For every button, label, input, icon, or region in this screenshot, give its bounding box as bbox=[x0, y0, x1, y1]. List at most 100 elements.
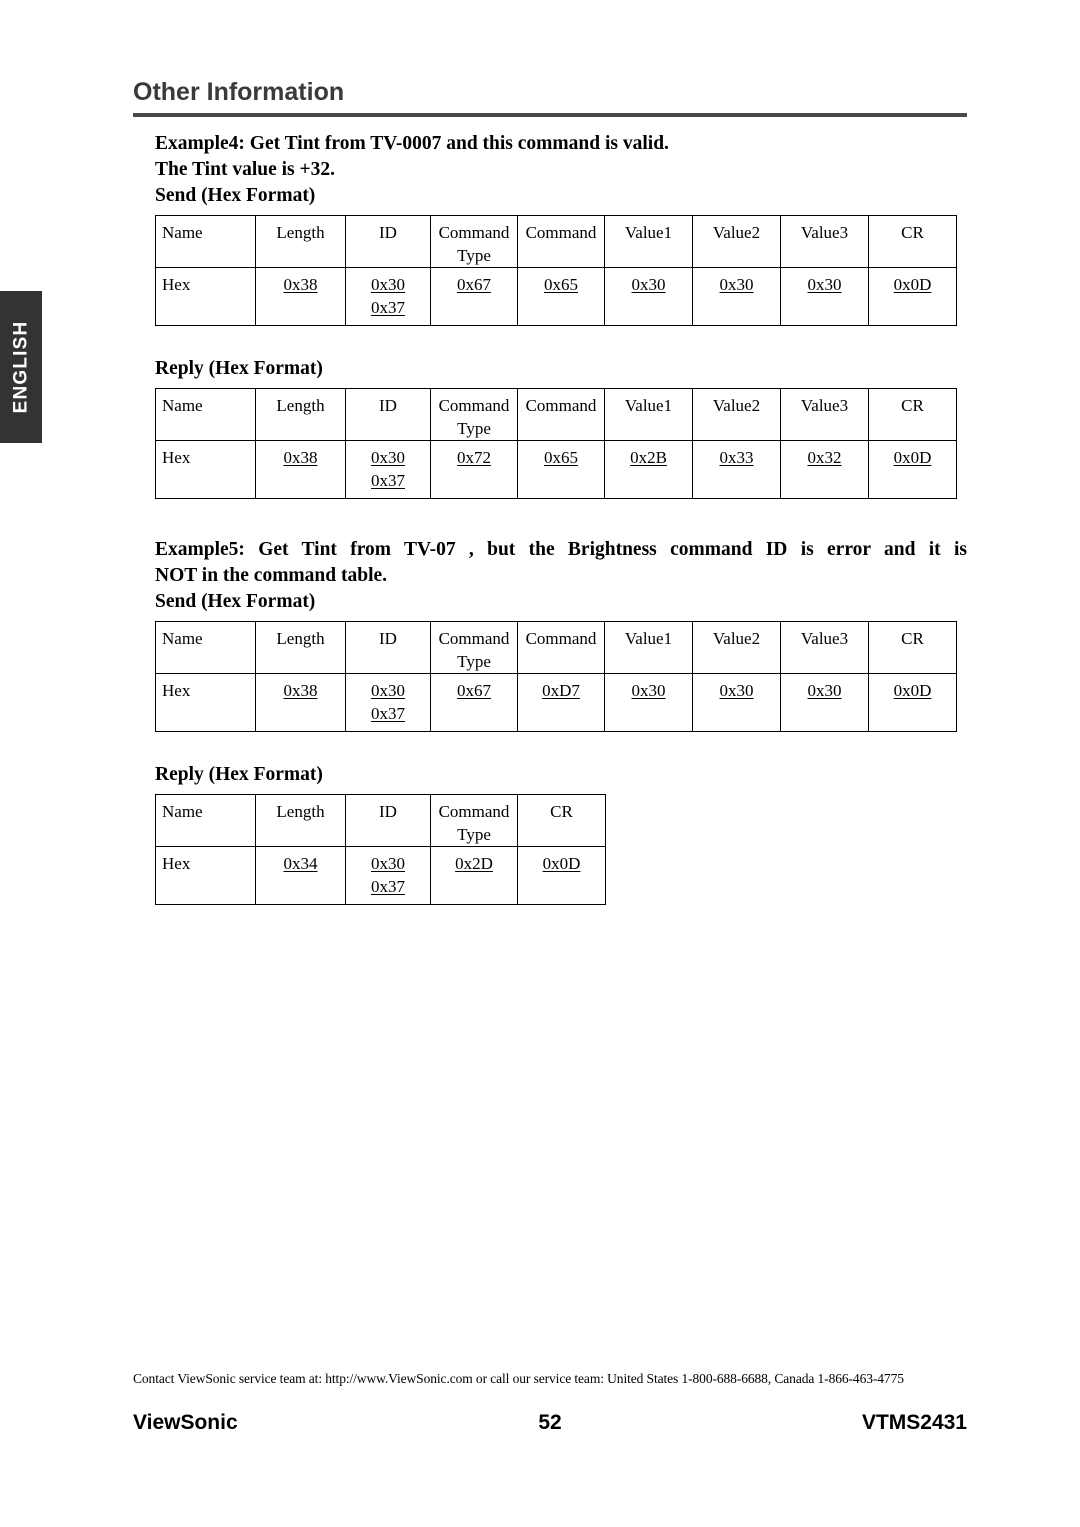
td-id: 0x30 0x37 bbox=[345, 267, 431, 326]
th-cr: CR bbox=[868, 388, 957, 441]
th-name: Name bbox=[155, 621, 256, 674]
th-cr: CR bbox=[517, 794, 606, 847]
td-command-type: 0x72 bbox=[430, 440, 518, 499]
th-id: ID bbox=[345, 794, 431, 847]
th-command: Command bbox=[517, 215, 605, 268]
td-row-label: Hex bbox=[155, 673, 256, 732]
td-value1: 0x30 bbox=[604, 267, 693, 326]
td-value1: 0x30 bbox=[604, 673, 693, 732]
td-cr: 0x0D bbox=[517, 846, 606, 905]
td-cr: 0x0D bbox=[868, 267, 957, 326]
th-value3: Value3 bbox=[780, 388, 869, 441]
th-length: Length bbox=[255, 388, 346, 441]
example4-send-label: Send (Hex Format) bbox=[155, 185, 316, 206]
th-command-type-line1: Command bbox=[438, 396, 510, 415]
th-length: Length bbox=[255, 794, 346, 847]
language-tab-label: ENGLISH bbox=[10, 320, 32, 414]
td-value3: 0x32 bbox=[780, 440, 869, 499]
example4-reply-block: Reply (Hex Format) bbox=[155, 356, 967, 382]
th-value3: Value3 bbox=[780, 215, 869, 268]
td-cr: 0x0D bbox=[868, 673, 957, 732]
example5-heading-line2: NOT in the command table. bbox=[155, 565, 388, 586]
th-command-type-line1: Command bbox=[438, 802, 510, 821]
th-command: Command bbox=[517, 621, 605, 674]
td-length: 0x38 bbox=[255, 673, 346, 732]
table-header-row: Name Length ID Command Type CR bbox=[155, 794, 606, 847]
example5-reply-table: Name Length ID Command Type CR Hex 0x34 … bbox=[155, 794, 606, 905]
footer-brand: ViewSonic bbox=[133, 1411, 238, 1434]
table-row: Hex 0x34 0x30 0x37 0x2D 0x0D bbox=[155, 846, 606, 905]
th-length: Length bbox=[255, 621, 346, 674]
section-example4: Example4: Get Tint from TV-0007 and this… bbox=[155, 131, 967, 209]
th-command-type: Command Type bbox=[430, 794, 518, 847]
language-tab-english: ENGLISH bbox=[0, 291, 42, 443]
td-command: 0x65 bbox=[517, 440, 605, 499]
table-header-row: Name Length ID Command Type Command Valu… bbox=[155, 215, 957, 268]
td-command-type: 0x67 bbox=[430, 673, 518, 732]
td-value2: 0x30 bbox=[692, 267, 781, 326]
example4-reply-table: Name Length ID Command Type Command Valu… bbox=[155, 388, 957, 499]
td-length: 0x34 bbox=[255, 846, 346, 905]
td-id: 0x30 0x37 bbox=[345, 440, 431, 499]
title-divider bbox=[133, 113, 967, 117]
th-length: Length bbox=[255, 215, 346, 268]
table-row: Hex 0x38 0x30 0x37 0x67 0x65 0x30 0x30 0x… bbox=[155, 267, 957, 326]
td-cr: 0x0D bbox=[868, 440, 957, 499]
th-value2: Value2 bbox=[692, 621, 781, 674]
td-value3: 0x30 bbox=[780, 267, 869, 326]
th-value1: Value1 bbox=[604, 621, 693, 674]
td-command-type: 0x2D bbox=[430, 846, 518, 905]
th-command-type-line2: Type bbox=[457, 652, 491, 671]
td-id: 0x30 0x37 bbox=[345, 673, 431, 732]
footer-contact-line: Contact ViewSonic service team at: http:… bbox=[133, 1371, 904, 1386]
th-id: ID bbox=[345, 215, 431, 268]
th-name: Name bbox=[155, 794, 256, 847]
td-value1: 0x2B bbox=[604, 440, 693, 499]
th-name: Name bbox=[155, 388, 256, 441]
td-row-label: Hex bbox=[155, 440, 256, 499]
th-command-type-line2: Type bbox=[457, 825, 491, 844]
th-id: ID bbox=[345, 388, 431, 441]
th-value1: Value1 bbox=[604, 388, 693, 441]
table-row: Hex 0x38 0x30 0x37 0x72 0x65 0x2B 0x33 0x… bbox=[155, 440, 957, 499]
table-header-row: Name Length ID Command Type Command Valu… bbox=[155, 621, 957, 674]
example5-send-table: Name Length ID Command Type Command Valu… bbox=[155, 621, 957, 732]
example4-heading-line2: The Tint value is +32. bbox=[155, 159, 335, 180]
table-header-row: Name Length ID Command Type Command Valu… bbox=[155, 388, 957, 441]
page-title: Other Information bbox=[133, 78, 345, 106]
td-length: 0x38 bbox=[255, 440, 346, 499]
th-command-type-line2: Type bbox=[457, 419, 491, 438]
td-id: 0x30 0x37 bbox=[345, 846, 431, 905]
td-value3: 0x30 bbox=[780, 673, 869, 732]
td-value2: 0x33 bbox=[692, 440, 781, 499]
th-command-type-line2: Type bbox=[457, 246, 491, 265]
footer-model: VTMS2431 bbox=[861, 1411, 967, 1434]
th-command-type: Command Type bbox=[430, 621, 518, 674]
td-command: 0xD7 bbox=[517, 673, 605, 732]
th-value2: Value2 bbox=[692, 215, 781, 268]
footer-page-number: 52 bbox=[538, 1411, 562, 1434]
th-id: ID bbox=[345, 621, 431, 674]
example5-reply-block: Reply (Hex Format) bbox=[155, 762, 967, 788]
th-value2: Value2 bbox=[692, 388, 781, 441]
example4-send-table: Name Length ID Command Type Command Valu… bbox=[155, 215, 957, 326]
footer-bar: ViewSonic 52 VTMS2431 bbox=[133, 1411, 967, 1435]
th-value1: Value1 bbox=[604, 215, 693, 268]
th-command-type-line1: Command bbox=[438, 223, 510, 242]
page-footer: Contact ViewSonic service team at: http:… bbox=[133, 1371, 967, 1435]
th-command: Command bbox=[517, 388, 605, 441]
table-row: Hex 0x38 0x30 0x37 0x67 0xD7 0x30 0x30 0x… bbox=[155, 673, 957, 732]
td-command: 0x65 bbox=[517, 267, 605, 326]
td-row-label: Hex bbox=[155, 267, 256, 326]
th-value3: Value3 bbox=[780, 621, 869, 674]
th-name: Name bbox=[155, 215, 256, 268]
section-example5: Example5: Get Tint from TV-07 , but the … bbox=[155, 537, 967, 615]
th-command-type: Command Type bbox=[430, 215, 518, 268]
example5-heading-line1: Example5: Get Tint from TV-07 , but the … bbox=[155, 539, 967, 560]
td-command-type: 0x67 bbox=[430, 267, 518, 326]
th-command-type-line1: Command bbox=[438, 629, 510, 648]
example4-reply-label: Reply (Hex Format) bbox=[155, 358, 323, 379]
example5-reply-label: Reply (Hex Format) bbox=[155, 764, 323, 785]
td-row-label: Hex bbox=[155, 846, 256, 905]
td-length: 0x38 bbox=[255, 267, 346, 326]
